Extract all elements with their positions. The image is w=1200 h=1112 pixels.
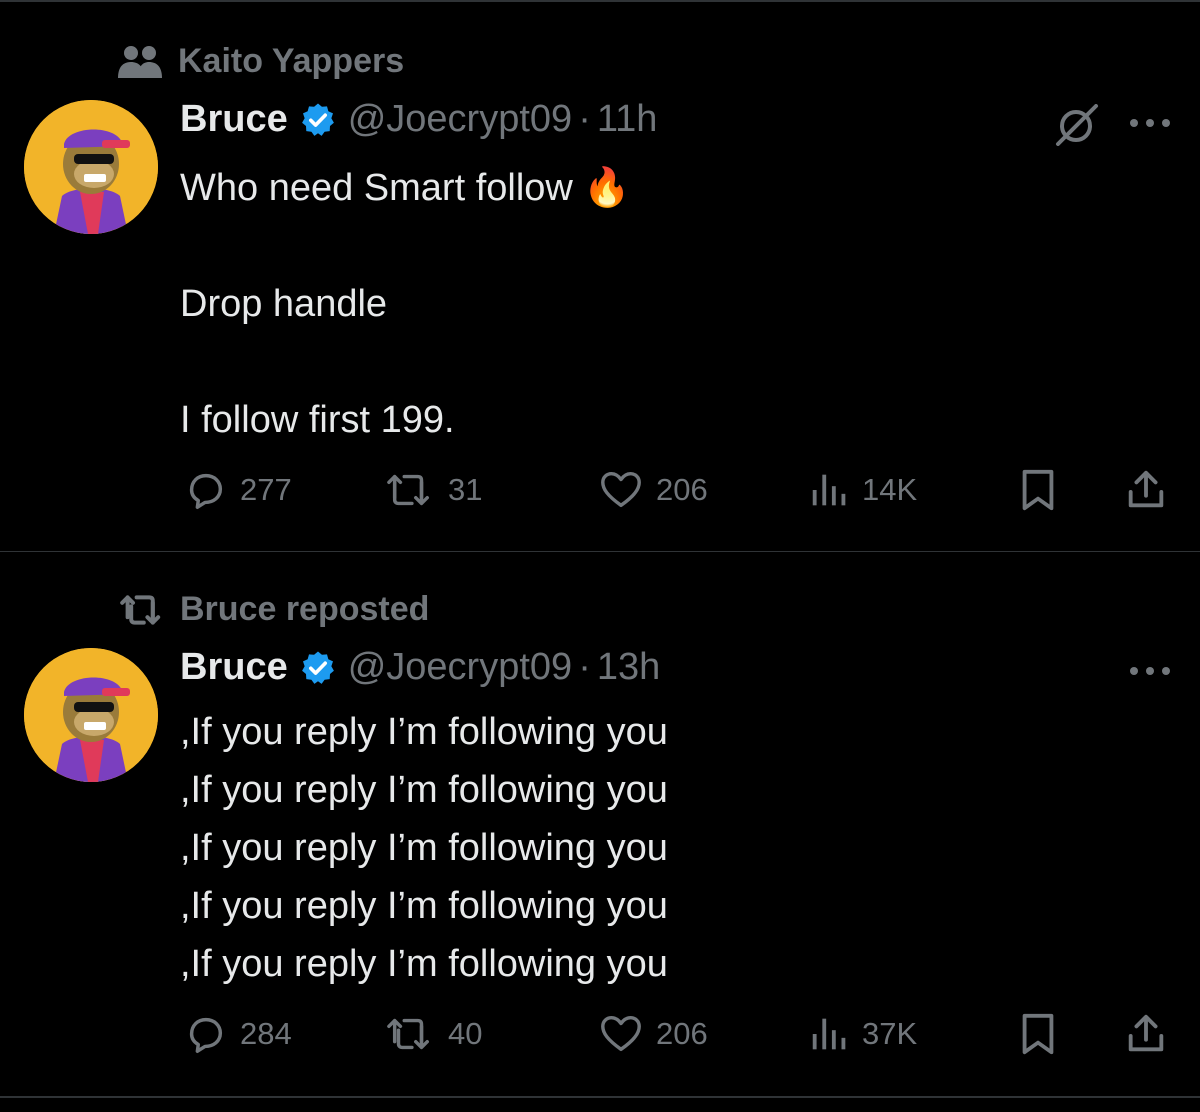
tweet-divider (0, 551, 1200, 552)
views-button[interactable]: 14K (810, 466, 917, 514)
action-bar: 284 40 206 37K (0, 1010, 1200, 1058)
text-line: ,If you reply I’m following you (180, 827, 668, 869)
share-icon (1124, 467, 1168, 513)
grok-icon[interactable] (1054, 104, 1100, 151)
repost-context[interactable]: Bruce reposted (118, 590, 429, 629)
repost-button[interactable]: 31 (384, 466, 482, 514)
separator-dot: · (578, 646, 591, 688)
author-handle[interactable]: @Joecrypt09 (348, 98, 572, 141)
repost-count: 40 (448, 1016, 483, 1051)
tweet-text: Who need Smart follow 🔥 Drop handle I fo… (180, 159, 631, 449)
bookmark-button[interactable] (1018, 466, 1058, 514)
like-count: 206 (656, 1016, 708, 1051)
community-icon (118, 44, 164, 80)
bookmark-icon (1018, 467, 1058, 513)
text-line: Who need Smart follow 🔥 (180, 167, 631, 209)
like-count: 206 (656, 472, 708, 507)
text-line: I follow first 199. (180, 399, 455, 441)
text-line: ,If you reply I’m following you (180, 711, 668, 753)
like-button[interactable]: 206 (598, 1010, 708, 1058)
share-icon (1124, 1011, 1168, 1057)
share-button[interactable] (1124, 1010, 1168, 1058)
text-line: ,If you reply I’m following you (180, 769, 668, 811)
separator-dot: · (578, 98, 591, 140)
tweet-text: ,If you reply I’m following you ,If you r… (180, 703, 668, 993)
text-line (180, 333, 631, 391)
author-name[interactable]: Bruce (180, 98, 288, 141)
community-label: Kaito Yappers (178, 42, 405, 80)
bottom-divider (0, 1096, 1200, 1098)
more-options-icon[interactable] (1128, 116, 1172, 134)
heart-icon (598, 467, 644, 513)
repost-icon (384, 467, 436, 513)
text-line: ,If you reply I’m following you (180, 885, 668, 927)
like-button[interactable]: 206 (598, 466, 708, 514)
bookmark-button[interactable] (1018, 1010, 1058, 1058)
repost-count: 31 (448, 472, 483, 507)
timestamp[interactable]: 13h (597, 646, 660, 689)
tweet-header: Bruce @Joecrypt09 · 11h (180, 98, 657, 141)
text-line: Drop handle (180, 283, 388, 325)
share-button[interactable] (1124, 466, 1168, 514)
reply-count: 284 (240, 1016, 292, 1051)
repost-label: Bruce reposted (180, 590, 430, 628)
views-chart-icon (810, 1011, 850, 1057)
reply-icon (182, 467, 228, 513)
top-divider (0, 0, 1200, 2)
text-line: ,If you reply I’m following you (180, 943, 668, 985)
views-chart-icon (810, 467, 850, 513)
timestamp[interactable]: 11h (597, 98, 658, 141)
view-count: 14K (862, 472, 918, 507)
heart-icon (598, 1011, 644, 1057)
community-context[interactable]: Kaito Yappers (118, 42, 404, 81)
tweet-header: Bruce @Joecrypt09 · 13h (180, 646, 660, 689)
reply-button[interactable]: 284 (182, 1010, 292, 1058)
views-button[interactable]: 37K (810, 1010, 917, 1058)
author-name[interactable]: Bruce (180, 646, 288, 689)
verified-badge-icon (300, 650, 336, 686)
avatar[interactable] (24, 100, 158, 234)
author-handle[interactable]: @Joecrypt09 (348, 646, 572, 689)
repost-button[interactable]: 40 (384, 1010, 482, 1058)
action-bar: 277 31 206 14K (0, 466, 1200, 514)
text-line (180, 217, 631, 275)
reply-button[interactable]: 277 (182, 466, 292, 514)
view-count: 37K (862, 1016, 918, 1051)
bookmark-icon (1018, 1011, 1058, 1057)
more-options-icon[interactable] (1128, 664, 1172, 682)
reply-count: 277 (240, 472, 292, 507)
avatar[interactable] (24, 648, 158, 782)
verified-badge-icon (300, 102, 336, 138)
repost-icon (384, 1011, 436, 1057)
reply-icon (182, 1011, 228, 1057)
repost-icon (118, 592, 166, 628)
